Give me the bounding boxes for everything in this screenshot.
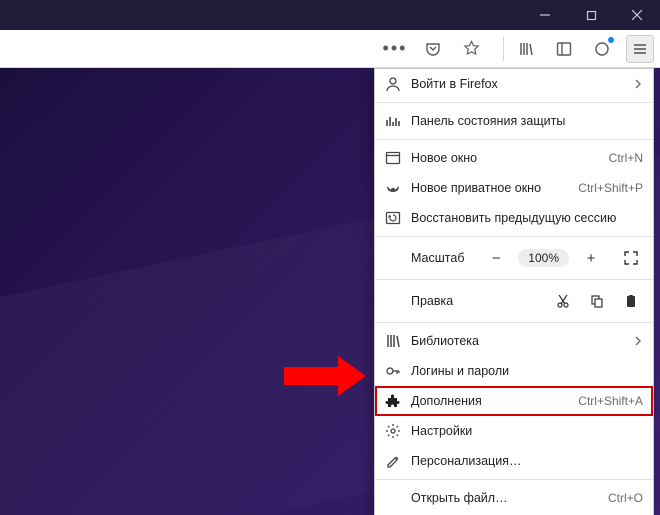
menu-zoom: Масштаб − 100% + <box>375 240 653 276</box>
app-menu: Войти в Firefox Панель состояния защиты … <box>374 68 654 515</box>
key-icon <box>385 363 401 379</box>
cut-button[interactable] <box>551 289 575 313</box>
annotation-arrow <box>284 361 370 391</box>
menu-edit-label: Правка <box>411 294 541 308</box>
zoom-out-button[interactable]: − <box>484 246 508 270</box>
menu-protection-dashboard[interactable]: Панель состояния защиты <box>375 106 653 136</box>
gear-icon <box>385 423 401 439</box>
menu-customize[interactable]: Персонализация… <box>375 446 653 476</box>
whats-new-icon[interactable] <box>588 35 616 63</box>
menu-addons-label: Дополнения <box>411 394 568 408</box>
window-titlebar <box>0 0 660 30</box>
bookmark-star-icon[interactable] <box>457 35 485 63</box>
menu-addons[interactable]: Дополнения Ctrl+Shift+A <box>375 386 653 416</box>
menu-zoom-label: Масштаб <box>411 251 474 265</box>
puzzle-icon <box>385 393 401 409</box>
library-icon[interactable] <box>512 35 540 63</box>
menu-signin-label: Войти в Firefox <box>411 77 623 91</box>
menu-restore-session[interactable]: Восстановить предыдущую сессию <box>375 203 653 233</box>
menu-restore-session-label: Восстановить предыдущую сессию <box>411 211 643 225</box>
menu-logins[interactable]: Логины и пароли <box>375 356 653 386</box>
paint-icon <box>385 453 401 469</box>
menu-library-label: Библиотека <box>411 334 623 348</box>
menu-settings-label: Настройки <box>411 424 643 438</box>
browser-toolbar: ••• <box>0 30 660 68</box>
menu-logins-label: Логины и пароли <box>411 364 643 378</box>
menu-new-window[interactable]: Новое окно Ctrl+N <box>375 143 653 173</box>
menu-open-file-label: Открыть файл… <box>411 491 598 505</box>
copy-button[interactable] <box>585 289 609 313</box>
menu-private-window-shortcut: Ctrl+Shift+P <box>578 181 643 195</box>
user-icon <box>385 76 401 92</box>
menu-open-file[interactable]: Открыть файл… Ctrl+O <box>375 483 653 513</box>
zoom-in-button[interactable]: + <box>579 246 603 270</box>
page-content: Войти в Firefox Панель состояния защиты … <box>0 68 660 515</box>
blank-icon <box>385 490 401 506</box>
menu-private-window[interactable]: Новое приватное окно Ctrl+Shift+P <box>375 173 653 203</box>
menu-new-window-shortcut: Ctrl+N <box>609 151 643 165</box>
window-close-button[interactable] <box>614 0 660 30</box>
window-minimize-button[interactable] <box>522 0 568 30</box>
menu-protection-dashboard-label: Панель состояния защиты <box>411 114 643 128</box>
menu-signin[interactable]: Войти в Firefox <box>375 69 653 99</box>
restore-icon <box>385 210 401 226</box>
menu-library[interactable]: Библиотека <box>375 326 653 356</box>
library-icon <box>385 333 401 349</box>
window-icon <box>385 150 401 166</box>
mask-icon <box>385 180 401 196</box>
page-actions-button[interactable]: ••• <box>381 35 409 63</box>
app-menu-button[interactable] <box>626 35 654 63</box>
menu-addons-shortcut: Ctrl+Shift+A <box>578 394 643 408</box>
sidebar-icon[interactable] <box>550 35 578 63</box>
zoom-value[interactable]: 100% <box>518 249 569 267</box>
pocket-icon[interactable] <box>419 35 447 63</box>
fullscreen-button[interactable] <box>619 246 643 270</box>
paste-button[interactable] <box>619 289 643 313</box>
window-maximize-button[interactable] <box>568 0 614 30</box>
menu-customize-label: Персонализация… <box>411 454 643 468</box>
menu-edit: Правка <box>375 283 653 319</box>
chevron-right-icon <box>633 79 643 89</box>
menu-new-window-label: Новое окно <box>411 151 599 165</box>
dashboard-icon <box>385 113 401 129</box>
menu-open-file-shortcut: Ctrl+O <box>608 491 643 505</box>
chevron-right-icon <box>633 336 643 346</box>
menu-private-window-label: Новое приватное окно <box>411 181 568 195</box>
menu-settings[interactable]: Настройки <box>375 416 653 446</box>
